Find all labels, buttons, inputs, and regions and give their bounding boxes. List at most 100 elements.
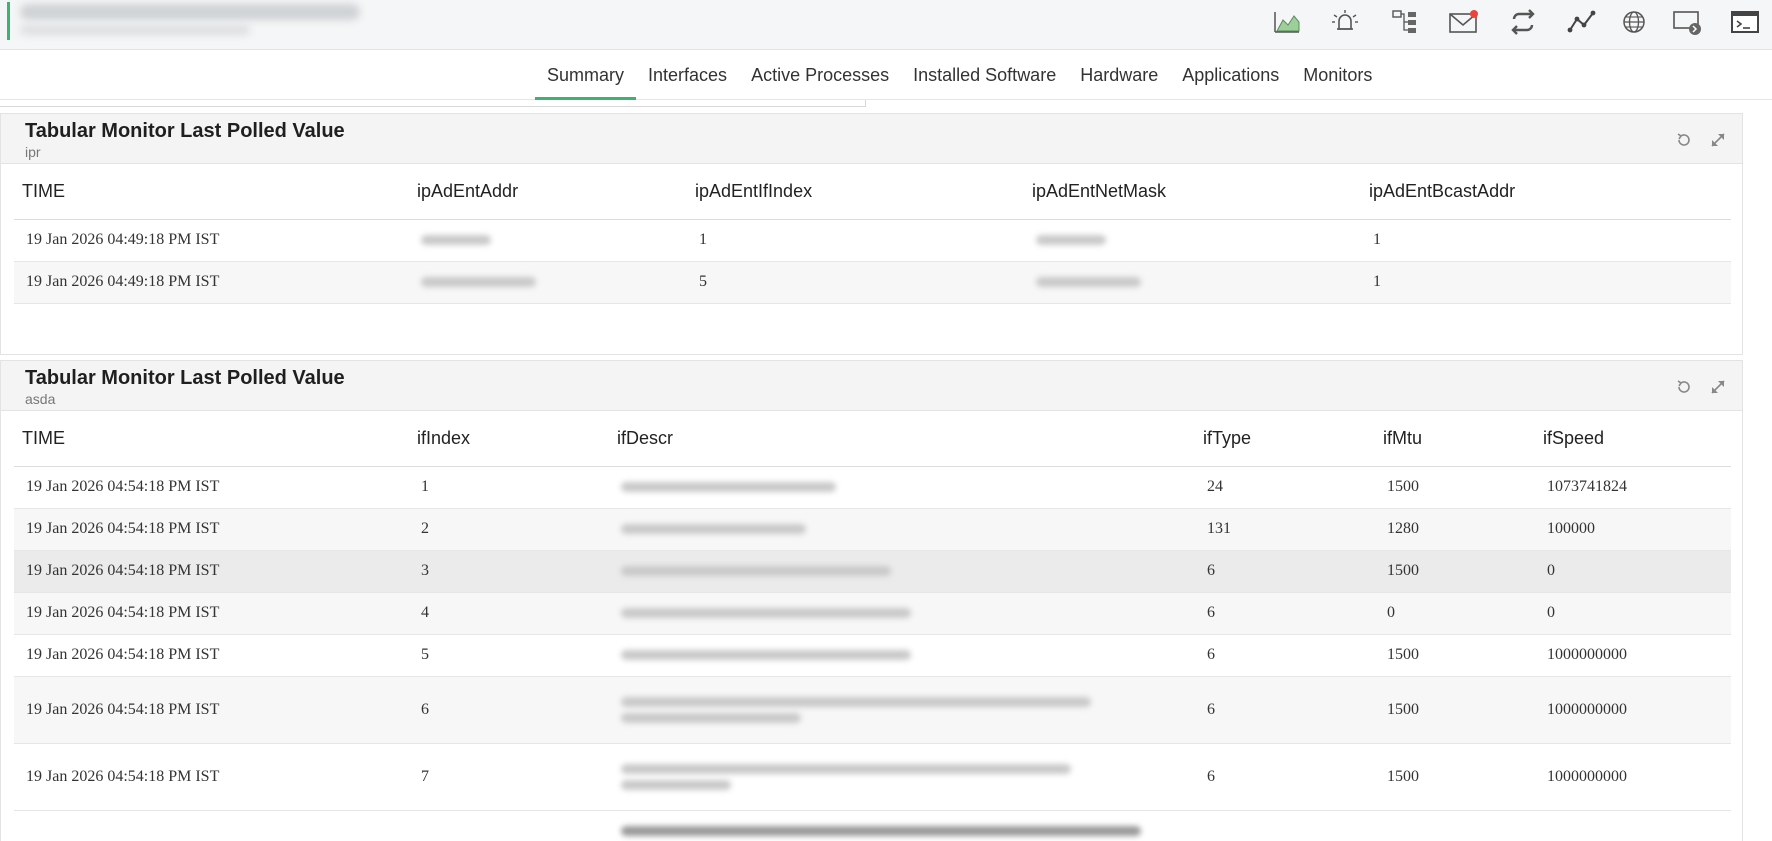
time-cell: 19 Jan 2026 04:54:18 PM IST bbox=[14, 634, 409, 677]
tab-list: Summary Interfaces Active Processes Inst… bbox=[535, 50, 1384, 100]
refresh-icon[interactable] bbox=[1673, 376, 1695, 398]
table-row: 19 Jan 2026 04:54:18 PM IST 5 6 1500 100… bbox=[14, 634, 1731, 677]
ifmtu-cell: 1280 bbox=[1375, 508, 1535, 551]
graph-icon[interactable] bbox=[1270, 6, 1304, 38]
tabular-monitor-panel-ipr: Tabular Monitor Last Polled Value ipr TI… bbox=[0, 113, 1743, 355]
panel-title: Tabular Monitor Last Polled Value bbox=[25, 367, 345, 389]
column-header[interactable]: ifIndex bbox=[409, 412, 609, 467]
table-row: 19 Jan 2026 04:54:18 PM IST 4 6 0 0 bbox=[14, 592, 1731, 635]
trend-icon[interactable] bbox=[1565, 6, 1599, 38]
iftype-cell: 6 bbox=[1195, 676, 1375, 744]
ifspeed-cell: 0 bbox=[1535, 592, 1731, 635]
ifindex-cell: 2 bbox=[409, 508, 609, 551]
minimize-icon[interactable] bbox=[1707, 376, 1729, 398]
device-details-redacted bbox=[20, 25, 250, 35]
panel-title: Tabular Monitor Last Polled Value bbox=[25, 120, 345, 142]
time-cell: 19 Jan 2026 04:54:18 PM IST bbox=[14, 743, 409, 811]
table-row bbox=[14, 810, 1731, 841]
column-header[interactable]: ifMtu bbox=[1375, 412, 1535, 467]
ifindex-cell: 3 bbox=[409, 550, 609, 593]
time-cell: 19 Jan 2026 04:54:18 PM IST bbox=[14, 592, 409, 635]
mail-icon[interactable] bbox=[1446, 6, 1480, 38]
ifindex-cell: 6 bbox=[409, 676, 609, 744]
table-row: 19 Jan 2026 04:54:18 PM IST 7 6 1500 100… bbox=[14, 743, 1731, 811]
time-cell: 19 Jan 2026 04:54:18 PM IST bbox=[14, 550, 409, 593]
redacted-cell bbox=[609, 592, 1195, 635]
tab-interfaces[interactable]: Interfaces bbox=[636, 50, 739, 100]
ifmtu-cell: 0 bbox=[1375, 592, 1535, 635]
ifmtu-cell: 1500 bbox=[1375, 634, 1535, 677]
ifmtu-cell: 1500 bbox=[1375, 550, 1535, 593]
redacted-cell bbox=[609, 810, 1195, 841]
time-cell: 19 Jan 2026 04:54:18 PM IST bbox=[14, 466, 409, 509]
tab-monitors[interactable]: Monitors bbox=[1291, 50, 1384, 100]
header-accent-bar bbox=[7, 2, 10, 40]
iftype-cell: 6 bbox=[1195, 592, 1375, 635]
iftype-cell: 6 bbox=[1195, 634, 1375, 677]
tab-bar: Summary Interfaces Active Processes Inst… bbox=[0, 50, 1772, 100]
panel-subtitle: ipr bbox=[25, 144, 41, 160]
ifindex-cell: 5 bbox=[409, 634, 609, 677]
iftype-cell: 6 bbox=[1195, 743, 1375, 811]
remote-desktop-icon[interactable] bbox=[1670, 6, 1704, 38]
time-cell: 19 Jan 2026 04:49:18 PM IST bbox=[14, 261, 409, 304]
table-row: 19 Jan 2026 04:54:18 PM IST 1 24 1500 10… bbox=[14, 466, 1731, 509]
redacted-cell bbox=[1024, 219, 1361, 262]
time-cell: 19 Jan 2026 04:49:18 PM IST bbox=[14, 219, 409, 262]
tab-active-processes[interactable]: Active Processes bbox=[739, 50, 901, 100]
redacted-cell bbox=[409, 261, 687, 304]
column-header[interactable]: ifType bbox=[1195, 412, 1375, 467]
panel-subtitle: asda bbox=[25, 391, 56, 407]
column-header[interactable]: ifSpeed bbox=[1535, 412, 1731, 467]
minimize-icon[interactable] bbox=[1707, 129, 1729, 151]
alarm-icon[interactable] bbox=[1328, 6, 1362, 38]
redacted-cell bbox=[609, 466, 1195, 509]
column-header[interactable]: TIME bbox=[14, 165, 409, 220]
column-header[interactable]: ipAdEntIfIndex bbox=[687, 165, 1024, 220]
panel-header: Tabular Monitor Last Polled Value asda bbox=[1, 361, 1742, 411]
column-header[interactable]: ipAdEntNetMask bbox=[1024, 165, 1361, 220]
iftype-cell bbox=[1195, 810, 1375, 841]
terminal-icon[interactable] bbox=[1728, 6, 1762, 38]
ifspeed-cell: 1000000000 bbox=[1535, 743, 1731, 811]
table-row: 19 Jan 2026 04:54:18 PM IST 6 6 1500 100… bbox=[14, 676, 1731, 744]
mail-notification-badge bbox=[1470, 10, 1478, 18]
tab-summary[interactable]: Summary bbox=[535, 50, 637, 100]
ifindex-cell: 1 bbox=[409, 466, 609, 509]
divider bbox=[865, 100, 866, 107]
column-header[interactable]: ipAdEntAddr bbox=[409, 165, 687, 220]
ifmtu-cell bbox=[1375, 810, 1535, 841]
column-header[interactable]: ipAdEntBcastAddr bbox=[1361, 165, 1731, 220]
topology-icon[interactable] bbox=[1388, 6, 1422, 38]
ifspeed-cell: 1000000000 bbox=[1535, 676, 1731, 744]
refresh-icon[interactable] bbox=[1673, 129, 1695, 151]
redacted-cell bbox=[409, 219, 687, 262]
time-cell: 19 Jan 2026 04:54:18 PM IST bbox=[14, 676, 409, 744]
bcast-cell: 1 bbox=[1361, 219, 1731, 262]
redacted-cell bbox=[609, 508, 1195, 551]
ifspeed-cell bbox=[1535, 810, 1731, 841]
time-cell bbox=[14, 810, 409, 841]
ifspeed-cell: 1073741824 bbox=[1535, 466, 1731, 509]
ifindex-cell bbox=[409, 810, 609, 841]
table-row: 19 Jan 2026 04:49:18 PM IST 1 1 bbox=[14, 219, 1731, 262]
device-name-redacted bbox=[20, 4, 360, 20]
ifmtu-cell: 1500 bbox=[1375, 743, 1535, 811]
redacted-cell bbox=[609, 743, 1195, 811]
iftype-cell: 131 bbox=[1195, 508, 1375, 551]
ifmtu-cell: 1500 bbox=[1375, 676, 1535, 744]
column-header[interactable]: TIME bbox=[14, 412, 409, 467]
sync-icon[interactable] bbox=[1506, 6, 1540, 38]
table-row: 19 Jan 2026 04:54:18 PM IST 2 131 1280 1… bbox=[14, 508, 1731, 551]
globe-icon[interactable] bbox=[1617, 6, 1651, 38]
table-row: 19 Jan 2026 04:54:18 PM IST 3 6 1500 0 bbox=[14, 550, 1731, 593]
ifspeed-cell: 0 bbox=[1535, 550, 1731, 593]
column-header[interactable]: ifDescr bbox=[609, 412, 1195, 467]
table-row: 19 Jan 2026 04:49:18 PM IST 5 1 bbox=[14, 261, 1731, 304]
tab-applications[interactable]: Applications bbox=[1170, 50, 1291, 100]
redacted-cell bbox=[609, 634, 1195, 677]
ifspeed-cell: 100000 bbox=[1535, 508, 1731, 551]
tab-installed-software[interactable]: Installed Software bbox=[901, 50, 1068, 100]
ifindex-cell: 7 bbox=[409, 743, 609, 811]
tab-hardware[interactable]: Hardware bbox=[1068, 50, 1170, 100]
